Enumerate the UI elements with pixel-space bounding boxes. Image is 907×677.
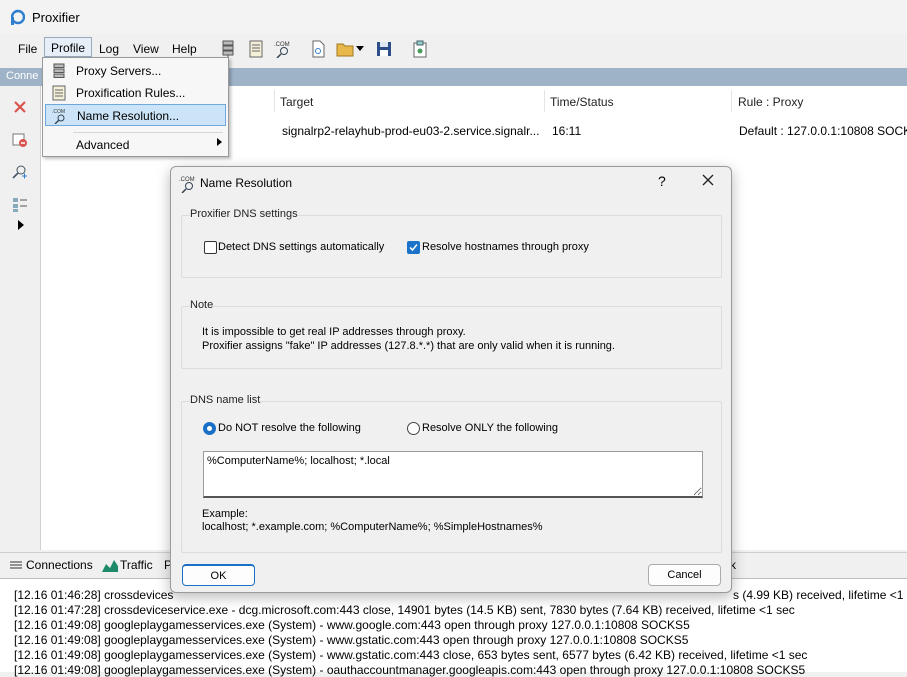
proxy-servers-icon (53, 63, 65, 78)
group-title: Note (190, 299, 214, 311)
save-profile-icon[interactable] (375, 40, 393, 58)
tab-connections-label: Connections (26, 558, 93, 572)
open-profile-icon[interactable] (336, 40, 354, 58)
find-icon[interactable] (12, 164, 28, 180)
note-group: Note It is impossible to get real IP add… (181, 299, 722, 369)
group-title: DNS name list (190, 394, 261, 406)
column-separator (274, 90, 275, 112)
dns-settings-group: Proxifier DNS settings Detect DNS settin… (181, 208, 722, 278)
remove-icon[interactable] (12, 132, 28, 148)
svg-text:.COM: .COM (179, 177, 195, 183)
rules-icon[interactable] (247, 40, 265, 58)
row-rule[interactable]: Default : 127.0.0.1:10808 SOCKS5 (739, 124, 907, 138)
log-line: [12.16 01:49:08] googleplaygamesservices… (14, 618, 690, 632)
menu-file[interactable]: File (12, 39, 43, 59)
proxifier-logo-icon (11, 9, 25, 25)
resolve-through-proxy-label[interactable]: Resolve hostnames through proxy (422, 241, 589, 253)
expand-arrow-icon[interactable] (18, 220, 24, 230)
do-not-resolve-radio[interactable] (203, 422, 216, 435)
connections-sidebar (0, 86, 40, 550)
log-line: [12.16 01:49:08] googleplaygamesservices… (14, 648, 808, 662)
column-separator (731, 90, 732, 112)
menu-item-label: Proxy Servers... (76, 64, 162, 78)
name-resolution-dialog: .COM Name Resolution ? Proxifier DNS set… (170, 166, 732, 593)
new-profile-icon[interactable] (309, 40, 327, 58)
tab-partial[interactable]: P (144, 556, 172, 576)
column-header-target[interactable]: Target (280, 95, 313, 109)
proxy-servers-icon[interactable] (219, 40, 237, 58)
log-line: [12.16 01:49:08] googleplaygamesservices… (14, 663, 806, 677)
row-target[interactable]: signalrp2-relayhub-prod-eu03-2.service.s… (282, 124, 539, 138)
close-connection-icon[interactable] (12, 99, 28, 115)
tree-view-icon[interactable] (12, 197, 28, 213)
menu-item-label: Name Resolution... (77, 109, 180, 123)
dialog-title: Name Resolution (200, 176, 293, 190)
connections-icon (10, 561, 22, 569)
ok-button[interactable]: OK (182, 564, 255, 586)
column-header-time-status[interactable]: Time/Status (550, 95, 614, 109)
detect-dns-checkbox[interactable] (204, 241, 217, 254)
menu-item-proxification-rules[interactable]: Proxification Rules... (45, 82, 226, 104)
log-line: [12.16 01:47:28] crossdeviceservice.exe … (14, 603, 795, 617)
strip-label: Conne (6, 70, 39, 82)
help-button[interactable]: ? (658, 173, 666, 189)
do-not-resolve-label[interactable]: Do NOT resolve the following (218, 422, 361, 434)
menu-view[interactable]: View (127, 39, 165, 59)
menu-item-proxy-servers[interactable]: Proxy Servers... (45, 60, 226, 82)
window-title: Proxifier (32, 10, 80, 25)
log-line: [12.16 01:46:28] crossdevices (14, 588, 174, 602)
tab-connections[interactable]: Connections (6, 556, 93, 576)
menu-item-advanced[interactable]: Advanced (45, 134, 226, 156)
menu-help[interactable]: Help (166, 39, 203, 59)
traffic-chart-icon (102, 560, 118, 572)
cancel-button[interactable]: Cancel (648, 564, 721, 586)
log-line-tail: s (4.99 KB) received, lifetime <1 s (733, 588, 907, 602)
resolve-only-label[interactable]: Resolve ONLY the following (422, 422, 558, 434)
note-line-2: Proxifier assigns "fake" IP addresses (1… (202, 340, 615, 352)
example-label: Example: (202, 508, 248, 520)
log-line: [12.16 01:49:08] googleplaygamesservices… (14, 633, 689, 647)
chevron-down-icon[interactable] (356, 46, 364, 51)
menu-log[interactable]: Log (93, 39, 125, 59)
column-header-rule-proxy[interactable]: Rule : Proxy (738, 95, 803, 109)
menu-item-name-resolution[interactable]: .COM Name Resolution... (45, 104, 226, 126)
detect-dns-label[interactable]: Detect DNS settings automatically (218, 241, 384, 253)
resolve-through-proxy-checkbox[interactable] (407, 241, 420, 254)
rules-icon (52, 85, 66, 101)
menu-item-label: Proxification Rules... (76, 86, 186, 100)
title-bar: Proxifier (0, 0, 907, 34)
menu-item-label: Advanced (76, 138, 130, 152)
checkmark-icon (409, 244, 418, 252)
example-text: localhost; *.example.com; %ComputerName%… (202, 521, 543, 533)
close-icon[interactable] (698, 170, 718, 190)
name-resolution-icon: .COM (179, 177, 195, 193)
row-time[interactable]: 16:11 (552, 124, 581, 138)
name-resolution-icon[interactable]: .COM (273, 40, 291, 58)
profile-settings-icon[interactable] (411, 40, 429, 58)
menu-profile[interactable]: Profile (44, 37, 93, 57)
menu-separator (73, 132, 223, 133)
svg-text:.COM: .COM (274, 42, 290, 48)
submenu-arrow-icon (217, 138, 222, 146)
note-line-1: It is impossible to get real IP addresse… (202, 326, 466, 338)
name-resolution-icon: .COM (52, 109, 65, 124)
resolve-only-radio[interactable] (407, 422, 420, 435)
column-separator (544, 90, 545, 112)
group-title: Proxifier DNS settings (190, 208, 298, 220)
svg-text:.COM: .COM (52, 109, 65, 115)
profile-menu: Proxy Servers... Proxification Rules... … (42, 57, 229, 157)
dns-name-list-input[interactable]: %ComputerName%; localhost; *.local (203, 451, 703, 498)
